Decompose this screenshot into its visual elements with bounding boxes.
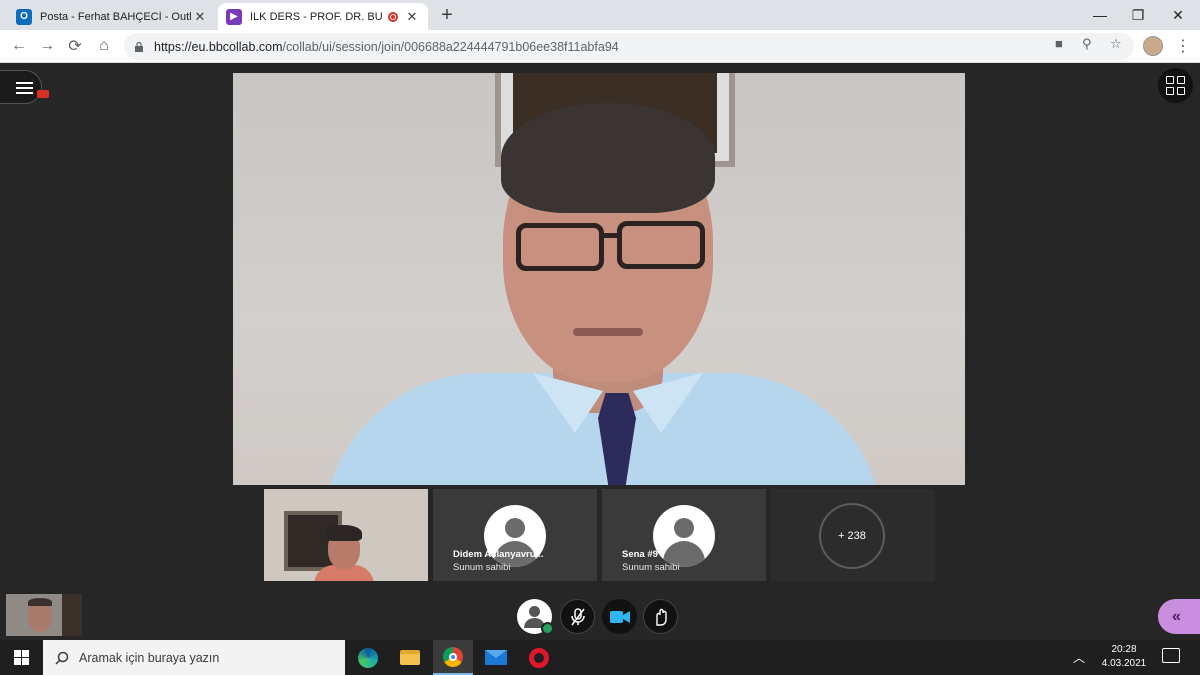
camera-in-use-icon[interactable]: ■ — [1055, 36, 1063, 51]
participant-role: Sunum sahibi — [453, 562, 511, 573]
search-icon — [55, 651, 69, 665]
windows-taskbar: Aramak için buraya yazın ︿ 20:28 4.03.20… — [0, 640, 1200, 675]
recording-icon — [388, 11, 398, 22]
checkmark-icon — [541, 622, 554, 635]
forward-arrow-icon[interactable]: → — [37, 36, 57, 56]
more-participants-count: + 238 — [819, 503, 885, 569]
speaker-glasses — [516, 223, 604, 271]
more-participants-tile[interactable]: + 238 — [771, 489, 935, 581]
home-icon[interactable]: ⌂ — [94, 36, 114, 56]
participant-role: Sunum sahibi — [622, 562, 680, 573]
chrome-icon — [443, 646, 463, 667]
camera-toggle-button[interactable] — [602, 599, 637, 634]
window-close-button[interactable]: ✕ — [1155, 0, 1200, 30]
microphone-muted-icon — [570, 607, 585, 625]
blackboard-collaborate-icon: ▶ — [226, 8, 242, 25]
main-speaker-video — [233, 73, 965, 485]
close-icon[interactable]: ✕ — [404, 9, 420, 25]
url-host: https://eu.bbcollab.com — [154, 39, 283, 54]
edge-icon — [358, 647, 378, 668]
status-settings-button[interactable] — [517, 599, 554, 635]
clock-time: 20:28 — [1111, 644, 1137, 655]
reload-icon[interactable]: ⟳ — [65, 36, 85, 56]
browser-tabstrip: O Posta - Ferhat BAHÇECİ - Outlook ✕ ▶ İ… — [0, 0, 1200, 30]
taskbar-file-explorer[interactable] — [390, 640, 430, 675]
taskbar-chrome[interactable] — [433, 640, 473, 675]
back-arrow-icon[interactable]: ← — [9, 36, 29, 56]
mail-icon — [485, 650, 507, 665]
microphone-toggle-button[interactable] — [560, 599, 595, 634]
grid-icon — [1166, 76, 1174, 84]
open-collaborate-panel-button[interactable]: « — [1158, 599, 1200, 634]
folder-icon — [400, 650, 420, 665]
recording-badge-icon — [37, 90, 49, 98]
start-button[interactable] — [0, 640, 42, 675]
taskbar-opera[interactable] — [519, 640, 559, 675]
taskbar-mail[interactable] — [476, 640, 516, 675]
outlook-icon: O — [16, 8, 32, 25]
tab-title: Posta - Ferhat BAHÇECİ - Outlook — [40, 10, 192, 23]
windows-logo-icon — [13, 650, 29, 665]
tab-title: İLK DERS - PROF. DR. BURHAN — [250, 10, 382, 23]
participant-name: Sena #9 — [622, 549, 658, 560]
url-path: /collab/ui/session/join/006688a224444791… — [282, 39, 619, 54]
taskbar-search-box[interactable]: Aramak için buraya yazın — [43, 640, 345, 675]
lock-icon — [135, 41, 143, 52]
taskbar-clock[interactable]: 20:28 4.03.2021 — [1096, 643, 1152, 671]
participant-name: Didem Aslanyavru... — [453, 549, 544, 560]
video-camera-icon — [609, 610, 630, 623]
address-bar[interactable]: https://eu.bbcollab.com/collab/ui/sessio… — [124, 33, 1134, 60]
double-chevron-left-icon: « — [1172, 607, 1181, 625]
participant-tile[interactable]: Didem Aslanyavru... Sunum sahibi — [433, 489, 597, 581]
zoom-icon[interactable]: ⚲ — [1082, 36, 1092, 52]
profile-avatar[interactable] — [1143, 36, 1163, 56]
self-camera-preview[interactable] — [6, 594, 82, 636]
participant-tile-camera[interactable] — [264, 489, 428, 581]
raise-hand-icon — [655, 608, 667, 626]
browser-toolbar: ← → ⟳ ⌂ https://eu.bbcollab.com/collab/u… — [0, 30, 1200, 63]
raise-hand-button[interactable] — [643, 599, 678, 634]
tray-chevron-up-icon[interactable]: ︿ — [1073, 649, 1085, 666]
browser-menu-icon[interactable]: ⋮ — [1175, 36, 1191, 56]
taskbar-edge[interactable] — [348, 640, 388, 675]
layout-grid-button[interactable] — [1158, 68, 1193, 103]
bookmark-star-icon[interactable]: ☆ — [1110, 36, 1122, 52]
tab-outlook[interactable]: O Posta - Ferhat BAHÇECİ - Outlook ✕ — [8, 3, 216, 30]
close-icon[interactable]: ✕ — [192, 9, 208, 25]
hamburger-icon — [16, 82, 33, 94]
clock-date: 4.03.2021 — [1101, 658, 1147, 669]
new-tab-button[interactable]: + — [436, 4, 458, 27]
user-icon — [529, 606, 540, 617]
opera-icon — [529, 647, 549, 668]
user-avatar-icon — [653, 505, 715, 567]
participant-tile[interactable]: Sena #9 Sunum sahibi — [602, 489, 766, 581]
session-menu-button[interactable] — [0, 70, 42, 104]
search-placeholder: Aramak için buraya yazın — [79, 650, 220, 665]
notification-center-icon[interactable] — [1162, 648, 1180, 663]
tab-collaborate-session[interactable]: ▶ İLK DERS - PROF. DR. BURHAN ✕ — [218, 3, 428, 30]
